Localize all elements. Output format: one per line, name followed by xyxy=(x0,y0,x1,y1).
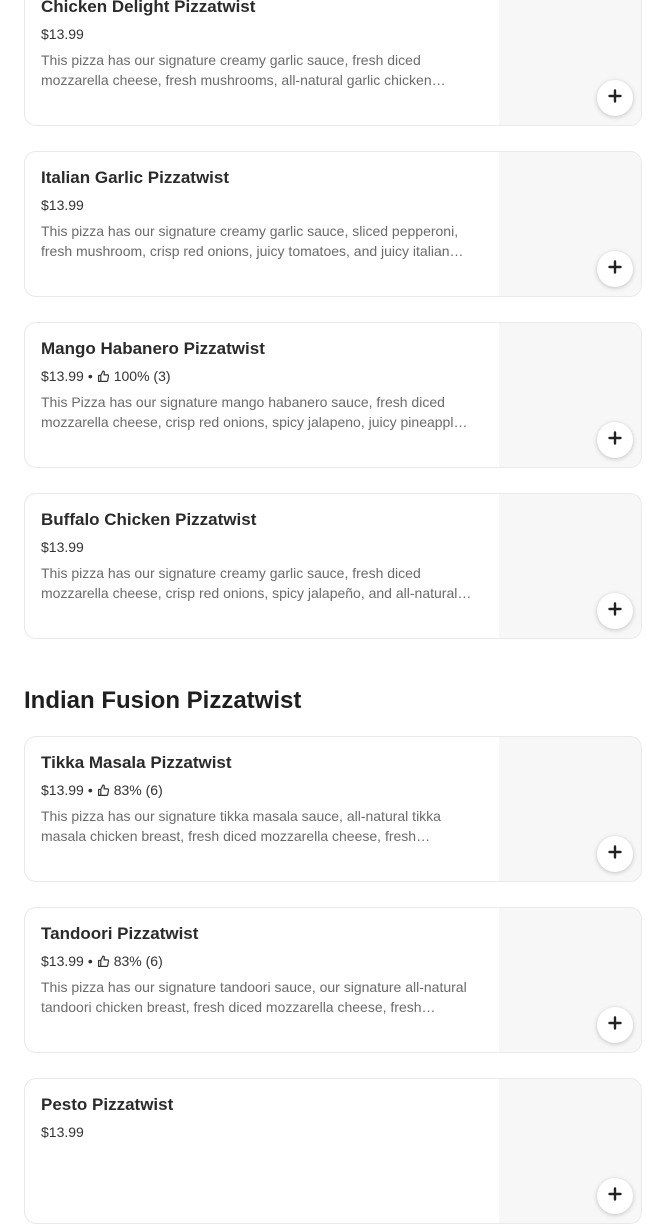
item-price: $13.99 xyxy=(41,539,84,555)
menu-item-card[interactable]: Italian Garlic Pizzatwist $13.99 This pizz… xyxy=(24,151,642,297)
item-description: This pizza has our signature tikka masal… xyxy=(41,808,441,844)
add-to-cart-button[interactable] xyxy=(597,1007,633,1043)
item-price: $13.99 xyxy=(41,953,84,969)
item-meta: $13.99 xyxy=(41,1124,84,1140)
item-description: This pizza has our signature creamy garl… xyxy=(41,223,464,259)
item-meta: $13.99 xyxy=(41,197,84,213)
item-price: $13.99 xyxy=(41,1124,84,1140)
item-meta: $13.99 xyxy=(41,26,84,42)
item-rating: 83% (6) xyxy=(113,953,163,969)
item-description: This pizza has our signature creamy garl… xyxy=(41,565,472,601)
add-to-cart-button[interactable] xyxy=(597,836,633,872)
item-meta: $13.99 xyxy=(41,539,84,555)
item-name: Mango Habanero Pizzatwist xyxy=(41,339,265,358)
item-rating: 100% (3) xyxy=(113,368,171,384)
add-to-cart-button[interactable] xyxy=(597,422,633,458)
item-meta: $13.99 • 100% (3) xyxy=(41,368,171,384)
item-name: Buffalo Chicken Pizzatwist xyxy=(41,510,257,529)
item-price: $13.99 xyxy=(41,26,84,42)
item-name: Italian Garlic Pizzatwist xyxy=(41,168,230,187)
menu-item-card[interactable]: Buffalo Chicken Pizzatwist $13.99 This piz… xyxy=(24,493,642,639)
plus-icon xyxy=(608,430,622,450)
item-price: $13.99 xyxy=(41,197,84,213)
item-price: $13.99 xyxy=(41,782,84,798)
item-name: Tandoori Pizzatwist xyxy=(41,924,199,943)
item-name: Tikka Masala Pizzatwist xyxy=(41,753,232,772)
add-to-cart-button[interactable] xyxy=(597,1178,633,1214)
meta-separator: • xyxy=(87,368,93,384)
item-meta: $13.99 • 83% (6) xyxy=(41,782,163,798)
item-price: $13.99 xyxy=(41,368,84,384)
add-to-cart-button[interactable] xyxy=(597,251,633,287)
item-description: This pizza has our signature creamy garl… xyxy=(41,52,446,88)
item-name: Pesto Pizzatwist xyxy=(41,1095,174,1114)
plus-icon xyxy=(608,844,622,864)
add-to-cart-button[interactable] xyxy=(597,80,633,116)
thumbs-up-icon xyxy=(97,954,110,968)
meta-separator: • xyxy=(87,953,93,969)
plus-icon xyxy=(608,1186,622,1206)
menu-item-card[interactable]: Tikka Masala Pizzatwist $13.99 • 83% (6) Thi… xyxy=(24,736,642,882)
menu-item-card[interactable]: Chicken Delight Pizzatwist $13.99 This piz… xyxy=(24,0,642,126)
add-to-cart-button[interactable] xyxy=(597,593,633,629)
menu-item-card[interactable]: Pesto Pizzatwist $13.99 xyxy=(24,1078,642,1224)
item-description: This Pizza has our signature mango haban… xyxy=(41,394,468,430)
plus-icon xyxy=(608,601,622,621)
menu-item-card[interactable]: Mango Habanero Pizzatwist $13.99 • 100% (3)… xyxy=(24,322,642,468)
plus-icon xyxy=(608,259,622,279)
item-name: Chicken Delight Pizzatwist xyxy=(41,0,256,16)
thumbs-up-icon xyxy=(97,783,110,797)
item-description: This pizza has our signature tandoori sa… xyxy=(41,979,467,1015)
meta-separator: • xyxy=(87,782,93,798)
plus-icon xyxy=(608,1015,622,1035)
item-rating: 83% (6) xyxy=(113,782,163,798)
section-title: Indian Fusion Pizzatwist xyxy=(24,687,302,714)
thumbs-up-icon xyxy=(97,369,110,383)
menu-item-card[interactable]: Tandoori Pizzatwist $13.99 • 83% (6) This pi… xyxy=(24,907,642,1053)
item-meta: $13.99 • 83% (6) xyxy=(41,953,163,969)
plus-icon xyxy=(608,88,622,108)
